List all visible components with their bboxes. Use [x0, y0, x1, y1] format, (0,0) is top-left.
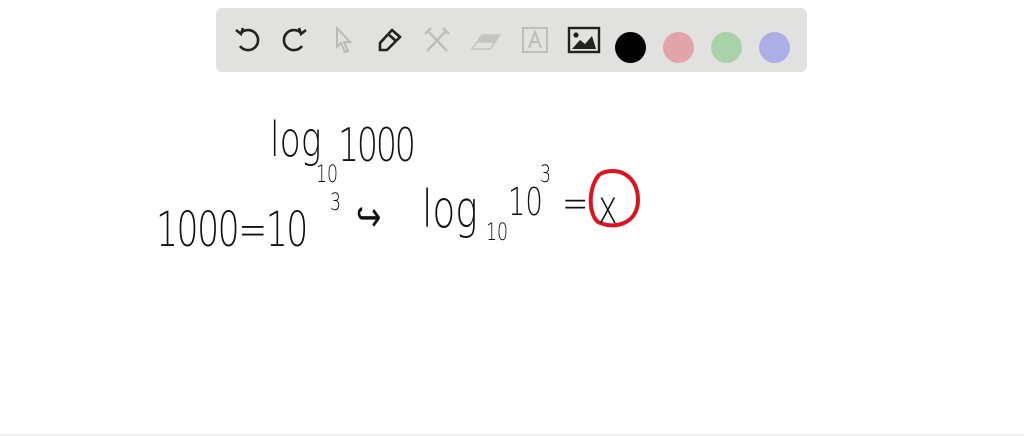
handwritten-equation-lhs: 1000=10 — [156, 202, 308, 258]
tools-button[interactable] — [419, 22, 455, 58]
handwritten-base: 10 — [316, 160, 338, 188]
handwritten-log-2: log — [422, 180, 478, 240]
cursor-icon — [336, 25, 353, 54]
redo-button[interactable] — [276, 22, 312, 58]
color-green[interactable] — [711, 32, 742, 63]
eraser-button[interactable] — [468, 22, 504, 58]
redo-icon — [282, 27, 307, 52]
tools-icon — [424, 27, 450, 52]
image-button[interactable] — [566, 22, 602, 58]
text-box-icon — [522, 27, 548, 53]
color-lavender[interactable] — [759, 32, 790, 63]
pencil-icon — [378, 28, 402, 52]
pen-button[interactable] — [372, 22, 408, 58]
eraser-icon — [470, 34, 502, 50]
text-button[interactable] — [517, 22, 553, 58]
color-black[interactable] — [615, 32, 646, 63]
select-button[interactable] — [325, 22, 361, 58]
drawing-canvas[interactable]: log 10 1000 1000=10 3 ↪ log 10 10 3 = x — [0, 80, 1024, 436]
handwritten-argument-2: 10 — [508, 180, 543, 224]
handwritten-base-2: 10 — [486, 218, 508, 246]
undo-button[interactable] — [230, 22, 266, 58]
handwritten-log: log — [270, 112, 322, 168]
handwritten-arrow: ↪ — [356, 192, 382, 241]
handwritten-exponent: 3 — [330, 188, 342, 216]
drawing-toolbar — [216, 8, 807, 72]
color-pink[interactable] — [663, 32, 694, 63]
handwritten-argument: 1000 — [338, 118, 416, 172]
handwritten-answer: x — [598, 180, 618, 234]
handwritten-argument-exponent: 3 — [540, 160, 552, 188]
handwritten-equals: = — [562, 178, 589, 229]
undo-icon — [235, 27, 260, 52]
image-icon — [567, 26, 601, 54]
